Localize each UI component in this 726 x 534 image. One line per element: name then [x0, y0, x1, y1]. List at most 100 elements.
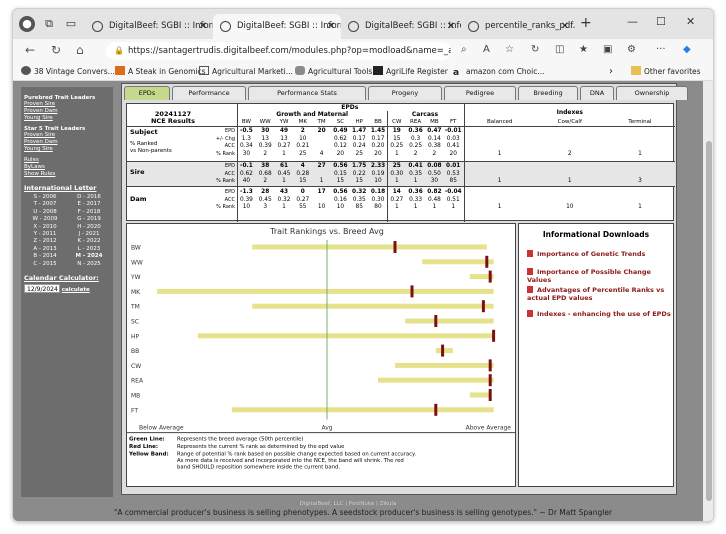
- profile-icon[interactable]: ●: [19, 16, 35, 32]
- subject-value: 13: [280, 135, 288, 142]
- browser-tab-2[interactable]: DigitalBeef: SGBI :: Inform ✕: [213, 14, 341, 39]
- close-icon[interactable]: ✕: [447, 14, 455, 39]
- close-window-button[interactable]: ✕: [686, 15, 695, 28]
- split-screen-icon[interactable]: ◫: [555, 44, 564, 55]
- international-letter-heading[interactable]: International Letter: [24, 184, 110, 192]
- letter-link[interactable]: X - 2010: [24, 224, 66, 231]
- date-input[interactable]: 12/9/2024: [24, 284, 60, 294]
- chevron-right-icon[interactable]: ›: [609, 65, 613, 78]
- sidebar-link[interactable]: Proven Dam: [24, 108, 110, 115]
- search-icon[interactable]: ⌕: [461, 44, 467, 55]
- tab-progeny[interactable]: Progeny: [368, 86, 442, 100]
- back-button[interactable]: ←: [25, 43, 35, 57]
- letter-link[interactable]: M - 2024: [68, 253, 110, 260]
- subject-value: 0.17: [371, 135, 385, 142]
- scrollbar[interactable]: [703, 81, 713, 521]
- letter-link[interactable]: H - 2020: [68, 224, 110, 231]
- browser-tab-3[interactable]: DigitalBeef: SGBI :: Inform✕: [341, 14, 461, 39]
- sire-value: 0.28: [296, 170, 310, 177]
- browser-tab-1[interactable]: DigitalBeef: SGBI :: Inform ✕: [85, 14, 213, 39]
- minimize-button[interactable]: —: [627, 15, 638, 28]
- sidebar-link[interactable]: Young Sire: [24, 146, 110, 153]
- extensions-icon[interactable]: ⚙: [627, 44, 636, 55]
- bookmark-item[interactable]: A Steak in Genomics: [115, 65, 206, 78]
- tab-ownership[interactable]: Ownership: [616, 86, 688, 100]
- more-menu-icon[interactable]: ···: [656, 44, 666, 55]
- letter-link[interactable]: K - 2022: [68, 238, 110, 245]
- bookmark-item[interactable]: AgriLife Register: [373, 65, 448, 78]
- letter-link[interactable]: U - 2008: [24, 209, 66, 216]
- bookmark-item[interactable]: Agricultural Marketi...: [199, 65, 293, 78]
- letter-link[interactable]: N - 2025: [68, 261, 110, 268]
- download-link[interactable]: Importance of Possible Change Values: [527, 268, 673, 284]
- refresh-extension-icon[interactable]: ↻: [531, 44, 539, 55]
- sire-index-value: 3: [638, 178, 642, 185]
- letter-link[interactable]: L - 2023: [68, 246, 110, 253]
- tick-label: SC: [131, 319, 139, 326]
- sidebar-link[interactable]: Show Rules: [24, 171, 110, 178]
- favorite-star-icon[interactable]: ☆: [505, 44, 514, 55]
- range-band: [252, 244, 487, 250]
- letter-link[interactable]: C - 2015: [24, 261, 66, 268]
- calendar-calculator-heading[interactable]: Calendar Calculator:: [24, 274, 110, 282]
- bookmark-item[interactable]: 38 Vintage Convers...: [21, 65, 115, 78]
- letter-link[interactable]: Z - 2012: [24, 238, 66, 245]
- sidebar-link[interactable]: ByLaws: [24, 164, 110, 171]
- close-icon[interactable]: ✕: [199, 14, 207, 39]
- maximize-button[interactable]: ☐: [656, 15, 666, 28]
- tab-actions-icon[interactable]: ▭: [63, 16, 79, 32]
- pdf-icon: [527, 250, 533, 257]
- tab-pedigree[interactable]: Pedigree: [444, 86, 516, 100]
- tick-label: YW: [130, 274, 141, 281]
- sire-value: 40: [242, 178, 251, 185]
- folder-icon: [631, 66, 641, 75]
- subject-index-value: 1: [497, 150, 502, 157]
- letter-link[interactable]: G - 2019: [68, 216, 110, 223]
- tab-dna[interactable]: DNA: [580, 86, 614, 100]
- new-tab-button[interactable]: +: [580, 15, 592, 31]
- calculate-link[interactable]: calculate: [62, 287, 90, 293]
- workspaces-icon[interactable]: ⧉: [41, 16, 57, 32]
- column-header: REA: [410, 119, 422, 125]
- sidebar-link[interactable]: Proven Sire: [24, 101, 110, 108]
- scrollbar-thumb[interactable]: [706, 141, 712, 501]
- browser-window: ● ⧉ ▭ DigitalBeef: SGBI :: Inform ✕ Digit…: [12, 8, 714, 522]
- dam-value: 0.39: [239, 196, 253, 203]
- row-label: % Rank: [216, 178, 235, 185]
- letter-link[interactable]: S - 2006: [24, 194, 66, 201]
- letter-link[interactable]: E - 2017: [68, 201, 110, 208]
- favorites-icon[interactable]: ★: [579, 44, 588, 55]
- download-link[interactable]: Importance of Genetic Trends: [527, 250, 645, 258]
- letter-link[interactable]: B - 2014: [24, 253, 66, 260]
- letter-link[interactable]: W - 2009: [24, 216, 66, 223]
- address-bar[interactable]: 🔒 https://santagertrudis.digitalbeef.com/…: [106, 42, 451, 60]
- close-icon[interactable]: ✕: [561, 14, 569, 39]
- tab-performance[interactable]: Performance: [172, 86, 246, 100]
- ranked-label: % Ranked: [130, 141, 158, 147]
- sidebar-link[interactable]: Proven Dam: [24, 139, 110, 146]
- tab-epds[interactable]: EPDs: [124, 86, 170, 100]
- tab-performance-stats[interactable]: Performance Stats: [248, 86, 366, 100]
- refresh-button[interactable]: ↻: [51, 43, 61, 57]
- bookmark-item[interactable]: a amazon com Choic...: [453, 65, 545, 78]
- letter-link[interactable]: Y - 2011: [24, 231, 66, 238]
- letter-link[interactable]: T - 2007: [24, 201, 66, 208]
- bookmark-folder[interactable]: Other favorites: [631, 65, 701, 78]
- home-icon[interactable]: ⌂: [76, 43, 84, 57]
- sidebar-link[interactable]: Young Sire: [24, 115, 110, 122]
- tab-breeding[interactable]: Breeding: [518, 86, 578, 100]
- sidebar-link[interactable]: Proven Sire: [24, 132, 110, 139]
- letter-link[interactable]: F - 2018: [68, 209, 110, 216]
- close-icon[interactable]: ✕: [327, 14, 335, 39]
- download-link[interactable]: Advantages of Percentile Ranks vs actual…: [527, 286, 667, 302]
- copilot-icon[interactable]: ◆: [683, 44, 691, 55]
- letter-link[interactable]: D - 2016: [68, 194, 110, 201]
- letter-link[interactable]: A - 2013: [24, 246, 66, 253]
- read-aloud-icon[interactable]: A: [483, 44, 490, 55]
- collections-icon[interactable]: ▣: [603, 44, 612, 55]
- sidebar-link[interactable]: Rules: [24, 157, 110, 164]
- letter-link[interactable]: J - 2021: [68, 231, 110, 238]
- download-link[interactable]: Indexes - enhancing the use of EPDs: [527, 310, 671, 318]
- browser-tab-4[interactable]: percentile_ranks_pdf.php✕: [461, 14, 575, 39]
- bookmark-item[interactable]: Agricultural Tools: [295, 65, 372, 78]
